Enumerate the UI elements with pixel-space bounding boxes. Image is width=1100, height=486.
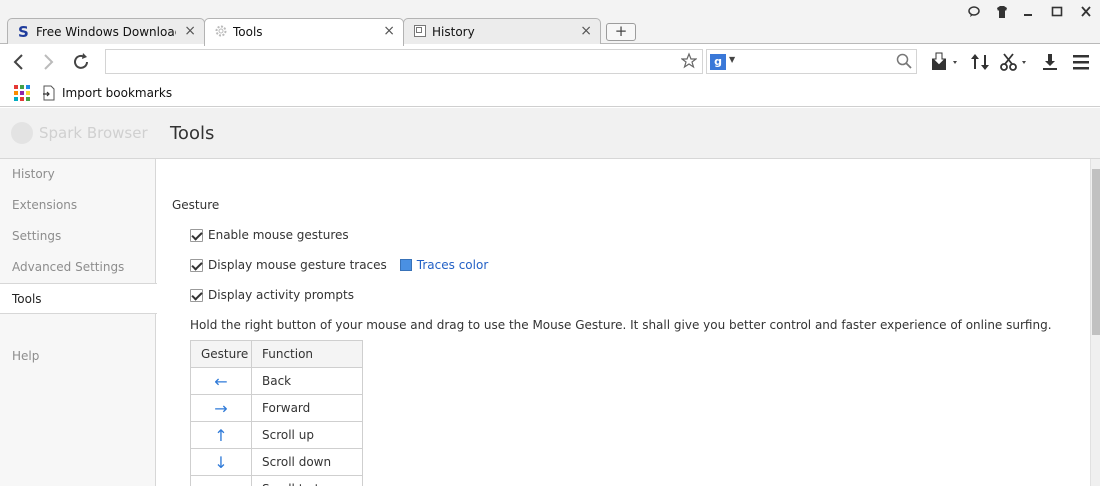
close-tab-icon[interactable]: × [580, 24, 592, 38]
page-icon [414, 25, 426, 37]
search-input[interactable] [741, 51, 891, 72]
back-icon[interactable] [7, 50, 31, 74]
apps-grid-dot [14, 91, 18, 95]
page-header: Spark Browser Tools [0, 108, 1100, 159]
tab-title: Tools [233, 25, 263, 39]
sidebar-item-extensions[interactable]: Extensions [0, 190, 156, 221]
address-bar[interactable] [105, 49, 703, 74]
traces-color-link[interactable]: Traces color [417, 258, 488, 272]
sidebar-item-tools[interactable]: Tools [0, 283, 157, 314]
chevron-down-icon[interactable]: ▼ [729, 55, 735, 64]
section-title: Gesture [172, 198, 220, 212]
apps-grid-dot [14, 97, 18, 101]
import-bookmarks-link[interactable]: Import bookmarks [42, 83, 172, 103]
tab-title: Free Windows Downloads [36, 25, 176, 39]
import-bookmarks-label: Import bookmarks [62, 86, 173, 100]
tab-strip: S Free Windows Downloads × Tools × Histo… [0, 0, 1100, 46]
tab-tools[interactable]: Tools × [204, 18, 404, 46]
new-tab-button[interactable]: + [606, 23, 636, 41]
main-content: Gesture Enable mouse gestures Display mo… [157, 159, 1090, 486]
display-gesture-traces-checkbox[interactable] [190, 258, 203, 272]
apps-grid-dot [26, 91, 30, 95]
close-tab-icon[interactable]: × [184, 24, 196, 38]
search-engine-selector[interactable]: g [710, 54, 726, 70]
scrollbar-thumb[interactable] [1092, 169, 1100, 335]
shirt-icon[interactable] [992, 4, 1012, 20]
gesture-description: Hold the right button of your mouse and … [190, 318, 1052, 332]
download-icon[interactable] [1039, 51, 1061, 73]
tab-history[interactable]: History × [403, 18, 601, 45]
gesture-table: Gesture Function ← Back → Forward ↑ Scro… [190, 340, 363, 486]
apps-grid-dot [26, 97, 30, 101]
search-icon[interactable] [895, 52, 913, 70]
table-row: ↑ Scroll up [190, 421, 363, 449]
display-activity-prompts-checkbox[interactable] [190, 288, 203, 302]
media-download-icon[interactable] [928, 51, 962, 73]
apps-grid-dot [14, 85, 18, 89]
table-row: ← Scroll to top [190, 475, 363, 486]
function-cell: Forward [251, 394, 363, 422]
apps-grid-dot [20, 97, 24, 101]
enable-mouse-gestures-option[interactable]: Enable mouse gestures [190, 228, 349, 242]
svg-text:S: S [18, 24, 29, 38]
brand: Spark Browser [11, 122, 148, 144]
enable-mouse-gestures-checkbox[interactable] [190, 228, 203, 242]
forward-icon[interactable] [36, 50, 60, 74]
function-cell: Scroll to top [251, 475, 363, 486]
function-cell: Scroll up [251, 421, 363, 449]
gesture-arrow-left-icon: ← [190, 367, 252, 395]
apps-grid-dot [20, 85, 24, 89]
display-activity-prompts-option[interactable]: Display activity prompts [190, 288, 354, 302]
sync-icon[interactable] [968, 51, 992, 73]
function-cell: Scroll down [251, 448, 363, 476]
vertical-scrollbar[interactable] [1090, 159, 1100, 486]
import-page-icon [43, 85, 55, 101]
menu-icon[interactable] [1069, 51, 1093, 73]
gear-icon [215, 25, 227, 37]
sidebar-item-settings[interactable]: Settings [0, 221, 156, 252]
table-row: → Forward [190, 394, 363, 422]
gesture-arrow-down-icon: ↓ [190, 448, 252, 476]
column-header-function: Function [251, 340, 363, 368]
option-label: Display mouse gesture traces [208, 258, 387, 272]
option-label: Enable mouse gestures [208, 228, 349, 242]
tab-title: History [432, 25, 475, 39]
star-icon[interactable] [681, 51, 697, 71]
gesture-arrow-left-icon: ← [190, 475, 252, 486]
address-input[interactable] [106, 50, 666, 73]
gesture-arrow-right-icon: → [190, 394, 252, 422]
brand-name: Spark Browser [39, 124, 148, 142]
minimize-icon[interactable] [1018, 4, 1038, 20]
table-row: ↓ Scroll down [190, 448, 363, 476]
softpedia-s-icon: S [18, 24, 29, 38]
traces-color-swatch[interactable] [399, 259, 412, 271]
apps-grid-dot [26, 85, 30, 89]
page-title: Tools [170, 123, 215, 144]
option-label: Display activity prompts [208, 288, 354, 302]
maximize-icon[interactable] [1047, 4, 1067, 20]
spark-logo-icon [11, 122, 33, 144]
function-cell: Back [251, 367, 363, 395]
reload-icon[interactable] [69, 50, 93, 74]
close-icon[interactable] [1076, 4, 1096, 20]
display-gesture-traces-option[interactable]: Display mouse gesture traces Traces colo… [190, 258, 488, 272]
table-header-row: Gesture Function [190, 340, 363, 368]
close-tab-icon[interactable]: × [383, 24, 395, 38]
sidebar-item-help[interactable]: Help [0, 341, 156, 372]
column-header-gesture: Gesture [190, 340, 252, 368]
cut-icon[interactable] [998, 51, 1032, 73]
tab-free-windows-downloads[interactable]: S Free Windows Downloads × [7, 18, 205, 45]
sidebar-item-history[interactable]: History [0, 159, 156, 190]
gesture-arrow-up-icon: ↑ [190, 421, 252, 449]
toolbar: g ▼ [0, 44, 1100, 79]
apps-grid-dot [20, 91, 24, 95]
table-row: ← Back [190, 367, 363, 395]
sidebar-item-advanced-settings[interactable]: Advanced Settings [0, 252, 156, 283]
search-box[interactable]: g ▼ [706, 49, 917, 74]
apps-grid-icon[interactable] [14, 85, 30, 101]
bookmarks-bar: Import bookmarks [0, 79, 1100, 107]
sidebar: History Extensions Settings Advanced Set… [0, 159, 157, 486]
feedback-icon[interactable] [964, 4, 984, 20]
